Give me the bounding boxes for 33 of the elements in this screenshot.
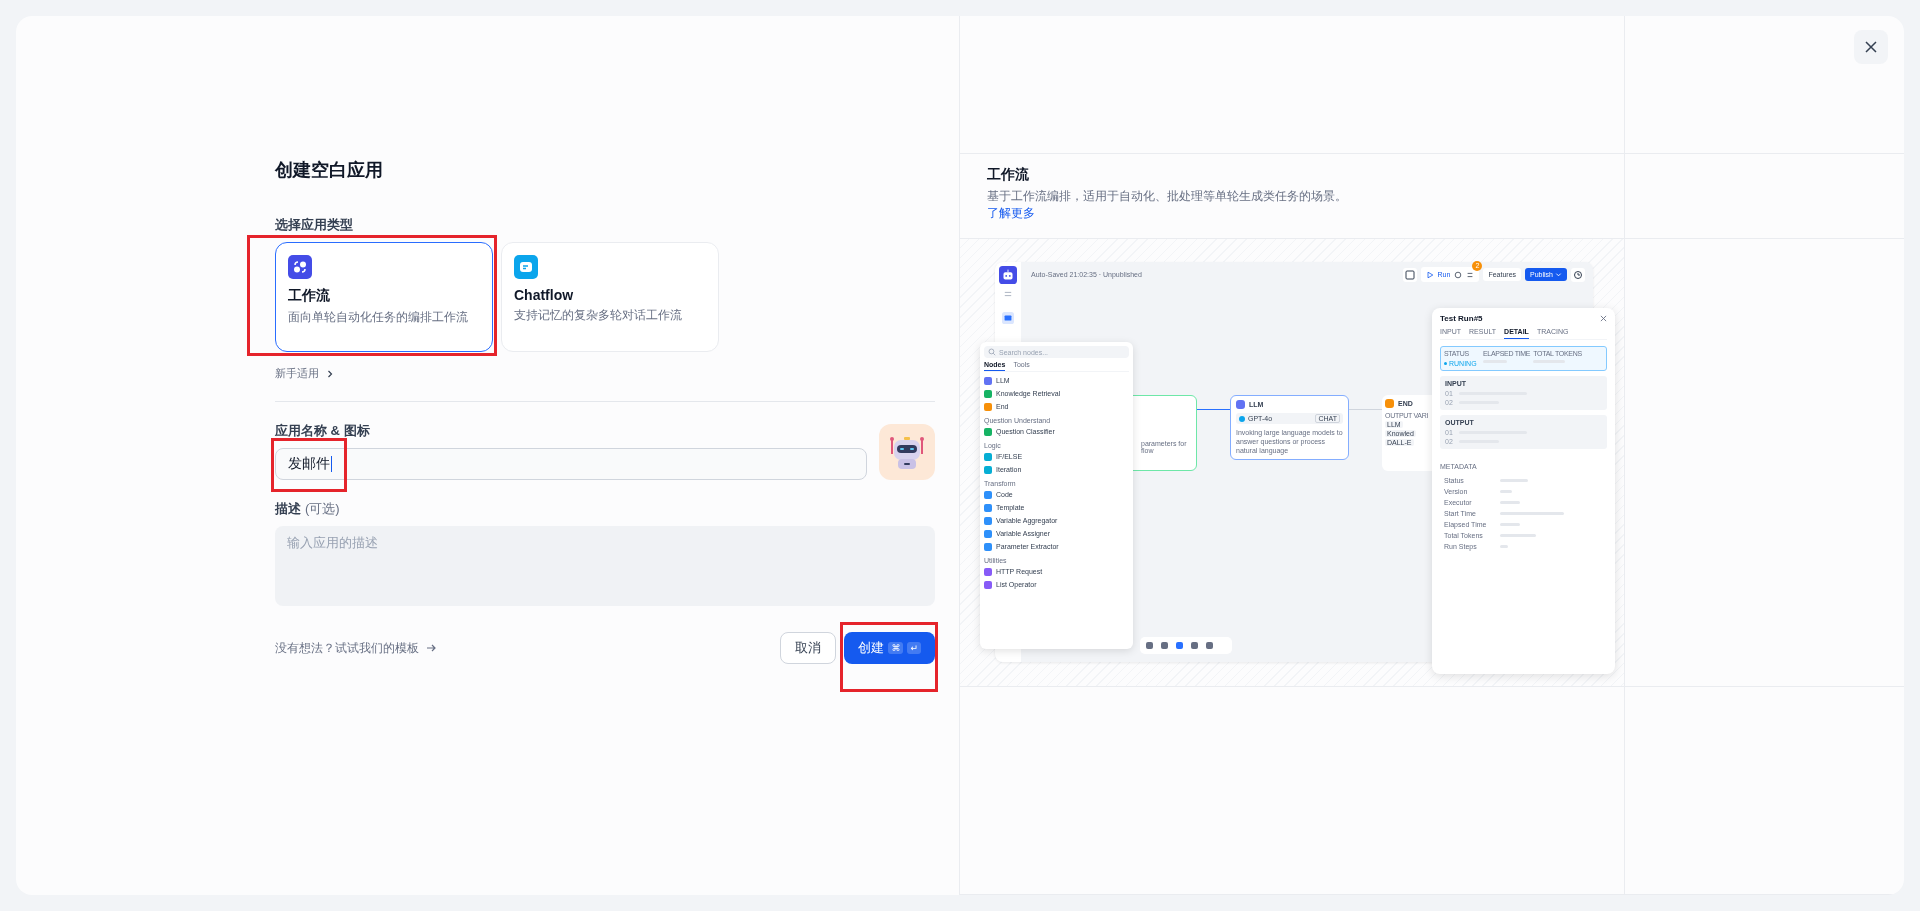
create-button[interactable]: 创建 ⌘ ↵ — [844, 632, 935, 664]
play-icon — [1425, 270, 1434, 279]
description-field[interactable]: 输入应用的描述 — [275, 526, 935, 606]
app-type-card[interactable]: 工作流 面向单轮自动化任务的编排工作流 — [275, 242, 493, 352]
dialog-title: 创建空白应用 — [275, 159, 384, 182]
section-label: 描述 — [275, 500, 301, 518]
robot-icon — [999, 266, 1017, 284]
chevron-down-icon — [1555, 271, 1562, 278]
close-button[interactable] — [1854, 30, 1888, 64]
sliders-icon — [1004, 290, 1012, 298]
preview-description: 基于工作流编排，适用于自动化、批处理等单轮生成类任务的场景。 了解更多 — [987, 188, 1348, 222]
close-icon — [1864, 40, 1878, 54]
close-icon[interactable] — [1600, 315, 1607, 322]
grid-icon[interactable] — [1402, 267, 1417, 282]
app-type-card[interactable]: Chatflow 支持记忆的复杂多轮对话工作流 — [501, 242, 719, 352]
robot-icon[interactable] — [879, 424, 935, 480]
preview-title: 工作流 — [987, 166, 1030, 184]
optional-note: (可选) — [305, 500, 340, 518]
arrow-right-icon — [425, 642, 437, 654]
section-label: 选择应用类型 — [275, 216, 354, 234]
window-icon — [1002, 312, 1014, 324]
template-link[interactable]: 没有想法？试试我们的模板 — [275, 639, 419, 657]
learn-more-link[interactable]: 了解更多 — [987, 205, 1035, 220]
chat-icon — [514, 255, 538, 279]
chevron-right-icon — [325, 368, 335, 379]
name-field[interactable]: 发邮件 — [275, 448, 867, 480]
panel-title: Test Run#5 — [1440, 314, 1483, 323]
beginner-link[interactable]: 新手适用 — [275, 366, 319, 381]
cancel-button[interactable]: 取消 — [780, 632, 837, 664]
search-icon — [988, 348, 996, 356]
section-label: 应用名称 & 图标 — [275, 422, 371, 440]
workflow-icon — [288, 255, 312, 279]
checklist-icon[interactable] — [1466, 270, 1475, 279]
